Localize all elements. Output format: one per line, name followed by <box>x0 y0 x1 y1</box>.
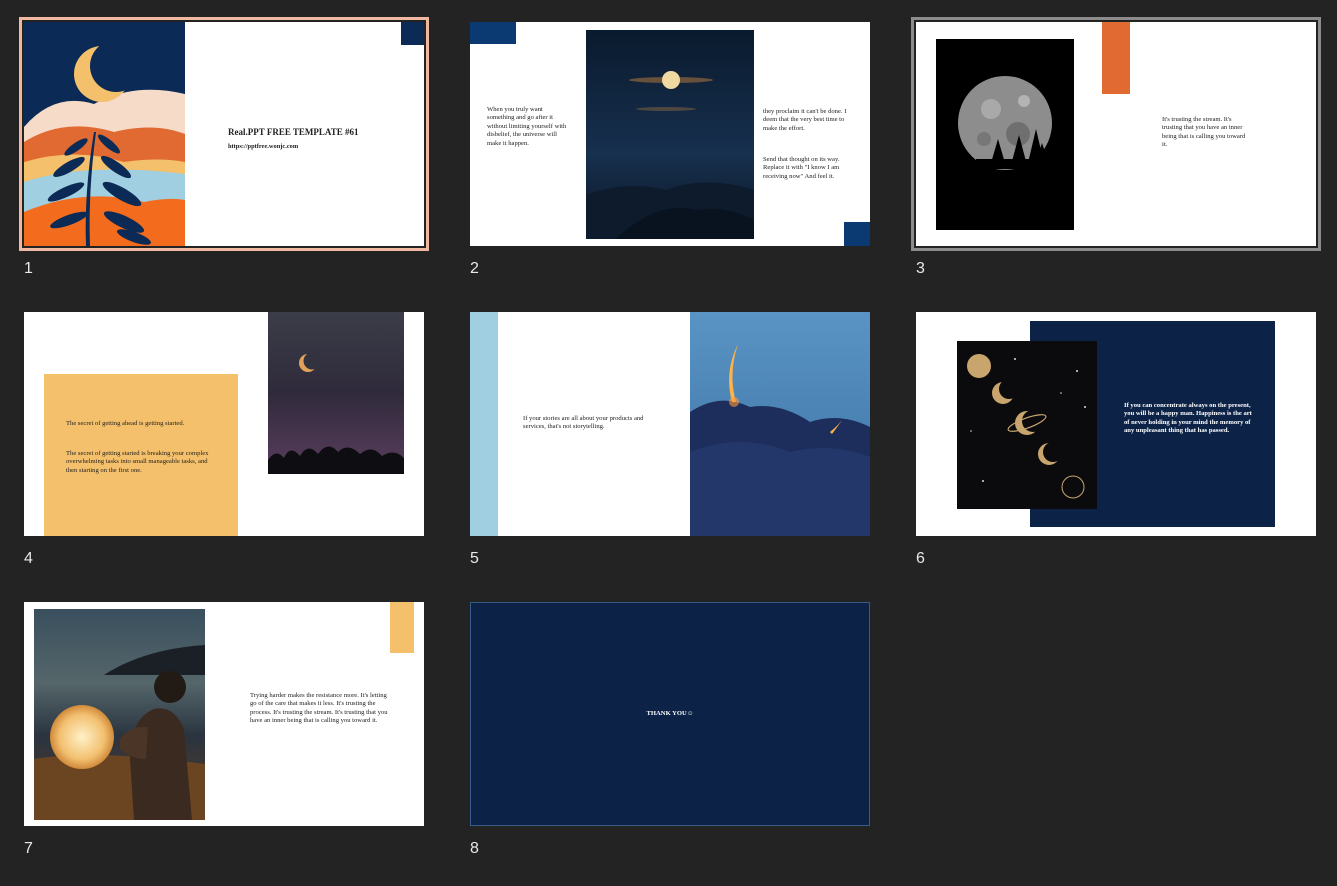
slide-number-1: 1 <box>24 260 33 277</box>
slide-number-2: 2 <box>470 260 479 277</box>
slide-2-text-right-1: they proclaim it can't be done. I deem t… <box>763 108 847 132</box>
slide-7-yellow-accent <box>390 602 414 653</box>
slide-thumbnail-5[interactable]: If your stories are all about your produ… <box>470 312 870 536</box>
slide-7-text: Trying harder makes the resistance more.… <box>250 692 388 725</box>
slide-number-3: 3 <box>916 260 925 277</box>
slide-1-url: https://pptfree.wonjc.com <box>228 143 299 150</box>
slide-1-illustration <box>24 22 185 246</box>
slide-thumbnail-1[interactable]: Real.PPT FREE TEMPLATE #61 https://pptfr… <box>19 17 429 251</box>
slide-8-thank-you: THANK YOU☺ <box>646 710 694 717</box>
slide-number-7: 7 <box>24 840 33 857</box>
slide-number-8: 8 <box>470 840 479 857</box>
slide-6-text: If you can concentrate always on the pre… <box>1124 402 1252 435</box>
slide-2-navy-accent-top <box>470 22 516 44</box>
slide-4-text-2: The secret of getting started is breakin… <box>66 450 209 474</box>
slide-1-title: Real.PPT FREE TEMPLATE #61 <box>228 127 359 137</box>
slide-thumbnail-6[interactable]: If you can concentrate always on the pre… <box>916 312 1316 536</box>
slide-thumbnail-2[interactable]: When you truly want something and go aft… <box>470 22 870 246</box>
slide-1-navy-accent <box>401 22 424 45</box>
slide-2-navy-accent-bottom <box>844 222 870 246</box>
slide-6-illustration <box>957 341 1097 509</box>
slide-3-photo <box>936 39 1074 230</box>
slide-number-6: 6 <box>916 550 925 567</box>
slide-2-photo <box>586 30 754 239</box>
slide-2-text-right-2: Send that thought on its way. Replace it… <box>763 156 840 180</box>
slide-thumbnail-3[interactable]: It's trusting the stream. It's trusting … <box>911 17 1321 251</box>
slide-5-photo <box>690 312 870 536</box>
slide-4-text-1: The secret of getting ahead is getting s… <box>66 420 185 427</box>
slide-5-text: If your stories are all about your produ… <box>523 415 644 431</box>
slide-7-photo <box>34 609 205 820</box>
slide-number-5: 5 <box>470 550 479 567</box>
slide-2-text-left: When you truly want something and go aft… <box>487 106 567 147</box>
slide-thumbnail-8[interactable]: THANK YOU☺ <box>470 602 870 826</box>
slide-thumbnail-4[interactable]: The secret of getting ahead is getting s… <box>24 312 424 536</box>
slide-3-orange-accent <box>1102 22 1130 94</box>
slide-4-photo <box>268 312 404 474</box>
slide-5-blue-bar <box>470 312 498 536</box>
slide-thumbnail-7[interactable]: Trying harder makes the resistance more.… <box>24 602 424 826</box>
slide-3-text: It's trusting the stream. It's trusting … <box>1162 116 1246 149</box>
slide-number-4: 4 <box>24 550 33 567</box>
